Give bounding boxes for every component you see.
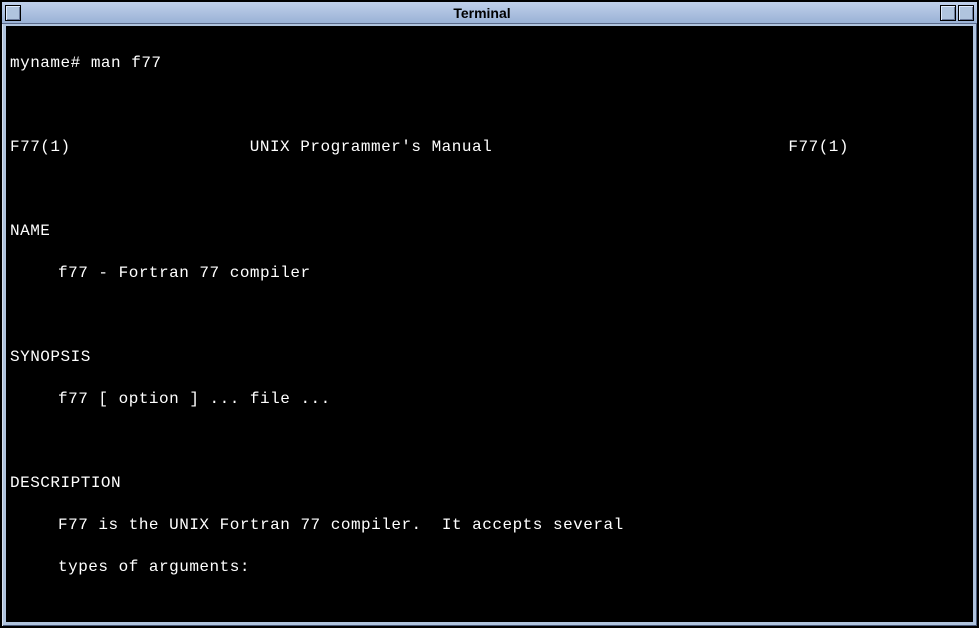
blank-line [10,431,969,452]
titlebar[interactable]: Terminal [2,2,977,24]
maximize-button[interactable] [958,5,974,21]
prompt-line: myname# man f77 [10,53,969,74]
section-synopsis-body: f77 [ option ] ... file ... [10,389,969,410]
header-left: F77(1) [10,137,250,158]
section-name-head: NAME [10,221,969,242]
section-name-body: f77 - Fortran 77 compiler [10,263,969,284]
minimize-button[interactable] [940,5,956,21]
blank-line [10,95,969,116]
header-center: UNIX Programmer's Manual [250,137,730,158]
blank-line [10,305,969,326]
manpage-header: F77(1)UNIX Programmer's ManualF77(1) [10,137,969,158]
terminal-output[interactable]: myname# man f77 F77(1)UNIX Programmer's … [6,26,973,622]
blank-line [10,179,969,200]
section-description-head: DESCRIPTION [10,473,969,494]
terminal-window: Terminal myname# man f77 F77(1)UNIX Prog… [0,0,979,628]
window-control-group [939,5,975,21]
window-menu-button[interactable] [5,5,21,21]
description-line: types of arguments: [10,557,969,578]
window-title: Terminal [25,5,939,21]
section-synopsis-head: SYNOPSIS [10,347,969,368]
description-line: F77 is the UNIX Fortran 77 compiler. It … [10,515,969,536]
header-right: F77(1) [729,137,969,158]
blank-line [10,599,969,620]
